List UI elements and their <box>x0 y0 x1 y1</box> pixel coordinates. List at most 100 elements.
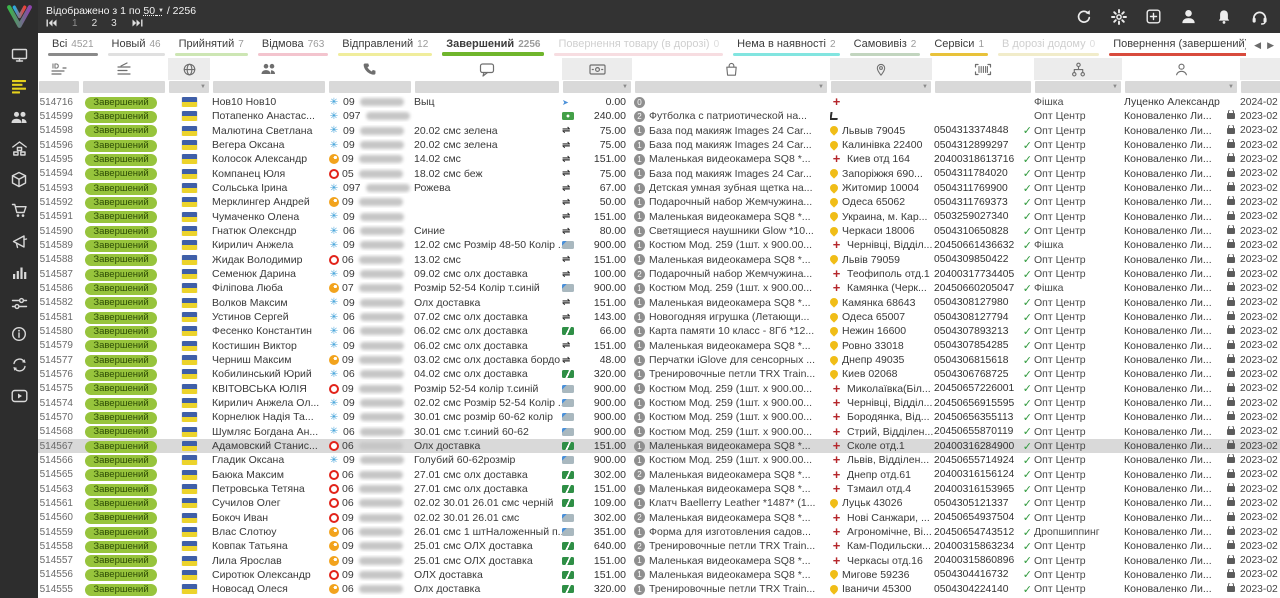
order-row[interactable]: 514566ЗавершенийГладик Оксана09Голубий 6… <box>38 453 1280 467</box>
order-row[interactable]: 514561ЗавершенийСучилов Олег0602.02 30.0… <box>38 496 1280 510</box>
tab-завершений[interactable]: Завершений2256 <box>437 33 549 58</box>
order-row[interactable]: 514577ЗавершенийЧерниш Максим0903.02 смс… <box>38 353 1280 367</box>
tabs-scroll-left-icon[interactable]: ◀ <box>1254 40 1261 51</box>
order-row[interactable]: 514716ЗавершенийНов10 Нов1009Выц0.000Фіш… <box>38 95 1280 109</box>
order-row[interactable]: 514593ЗавершенийСольська Ірина097Рожева6… <box>38 181 1280 195</box>
order-row[interactable]: 514589ЗавершенийКирилич Анжела0912.02 см… <box>38 238 1280 252</box>
column-client-icon[interactable] <box>212 58 328 80</box>
tab-всі[interactable]: Всі4521 <box>43 33 103 58</box>
sidebar-item-video-tutorials[interactable] <box>0 383 38 414</box>
sidebar-item-purchases[interactable] <box>0 197 38 228</box>
profile-icon[interactable] <box>1180 8 1197 25</box>
order-row[interactable]: 514595ЗавершенийКолосок Александр0914.02… <box>38 152 1280 166</box>
settings-gear-icon[interactable] <box>1111 9 1127 25</box>
order-row[interactable]: 514592ЗавершенийМерклингер Андрей0950.00… <box>38 195 1280 209</box>
tab-відмова[interactable]: Відмова763 <box>253 33 333 58</box>
order-row[interactable]: 514587ЗавершенийСеменюк Дарина0909.02 см… <box>38 267 1280 281</box>
column-filter-input[interactable]: ▼ <box>169 81 209 93</box>
column-phone-icon[interactable] <box>328 58 414 80</box>
tab-сервіси[interactable]: Сервіси1 <box>925 33 993 58</box>
sidebar-item-statistics[interactable] <box>0 259 38 290</box>
order-row[interactable]: 514598ЗавершенийМалютина Светлана0920.02… <box>38 124 1280 138</box>
order-row[interactable]: 514599ЗавершенийПотапенко Анастас...0972… <box>38 109 1280 123</box>
column-filter-input[interactable]: ▼ <box>831 81 931 93</box>
sidebar-item-partners[interactable] <box>0 352 38 383</box>
order-row[interactable]: 514594ЗавершенийКомпанец Юля0518.02 смс … <box>38 167 1280 181</box>
order-row[interactable]: 514591ЗавершенийЧумаченко Олена09151.001… <box>38 210 1280 224</box>
sidebar-item-desktop[interactable] <box>0 42 38 73</box>
column-delivery-icon[interactable] <box>830 58 934 80</box>
column-ttn-barcode-icon[interactable] <box>934 58 1034 80</box>
order-row[interactable]: 514556ЗавершенийСиротюк Олександр09ОЛХ д… <box>38 568 1280 582</box>
column-filter-input[interactable]: ▼ <box>1125 81 1237 93</box>
order-row[interactable]: 514567ЗавершенийАдамовский Станис...06Ол… <box>38 439 1280 453</box>
order-row[interactable]: 514555ЗавершенийНовосад Олеся06Олх доста… <box>38 582 1280 596</box>
order-row[interactable]: 514557ЗавершенийЛила Ярослав0925.01 смс … <box>38 554 1280 568</box>
tabs-scroll-right-icon[interactable]: ▶ <box>1267 40 1274 51</box>
app-logo[interactable] <box>6 0 33 42</box>
column-manager-icon[interactable] <box>1124 58 1240 80</box>
column-date[interactable] <box>1240 58 1280 80</box>
column-source-icon[interactable] <box>1034 58 1124 80</box>
sidebar-item-customers[interactable] <box>0 104 38 135</box>
order-row[interactable]: 514560ЗавершенийБокоч Иван0902.02 30.01 … <box>38 511 1280 525</box>
order-row[interactable]: 514570ЗавершенийКорнелюк Надія Та...0930… <box>38 410 1280 424</box>
tab-самовивіз[interactable]: Самовивіз2 <box>845 33 926 58</box>
order-row[interactable]: 514596ЗавершенийВегера Оксана0920.02 смс… <box>38 138 1280 152</box>
column-filter-input[interactable] <box>83 81 165 93</box>
add-document-icon[interactable] <box>1146 9 1161 24</box>
support-headset-icon[interactable] <box>1251 9 1268 25</box>
order-row[interactable]: 514565ЗавершенийБаюка Максим0627.01 смс … <box>38 468 1280 482</box>
order-row[interactable]: 514586ЗавершенийФіліпова Люба07Розмір 52… <box>38 281 1280 295</box>
column-filter-input[interactable]: ▼ <box>635 81 827 93</box>
sidebar-item-info[interactable] <box>0 321 38 352</box>
notifications-bell-icon[interactable] <box>1216 9 1232 25</box>
last-page-icon[interactable] <box>132 19 143 27</box>
phone-cell: 097 <box>328 182 414 194</box>
column-filter-input[interactable] <box>213 81 325 93</box>
column-status-icon[interactable] <box>82 58 168 80</box>
column-filter-input[interactable] <box>329 81 411 93</box>
sidebar-item-orders-list[interactable] <box>0 73 38 104</box>
sidebar-item-warehouse[interactable] <box>0 135 38 166</box>
sidebar-item-settings-sliders[interactable] <box>0 290 38 321</box>
column-filter-input[interactable] <box>935 81 1031 93</box>
order-row[interactable]: 514575ЗавершенийКВІТОВСЬКА ЮЛІЯ09Розмір … <box>38 382 1280 396</box>
order-row[interactable]: 514588ЗавершенийЖидак Володимир0613.02 с… <box>38 253 1280 267</box>
tab-повернення-товару-в-дорозі-[interactable]: Повернення товару (в дорозі)0 <box>549 33 728 58</box>
sidebar-item-products[interactable] <box>0 166 38 197</box>
order-row[interactable]: 514590ЗавершенийГнатюк Олексндр06Синие80… <box>38 224 1280 238</box>
order-row[interactable]: 514563ЗавершенийПетровська Тетяна0627.01… <box>38 482 1280 496</box>
first-page-icon[interactable] <box>46 19 57 27</box>
page-number-3[interactable]: 3 <box>111 18 117 29</box>
order-row[interactable]: 514559ЗавершенийВлас Слотюу0626.01 смс 1… <box>38 525 1280 539</box>
tab-відправлений[interactable]: Відправлений12 <box>333 33 437 58</box>
column-comment-icon[interactable] <box>414 58 562 80</box>
column-filter-input[interactable]: ▼ <box>563 81 631 93</box>
tab-прийнятий[interactable]: Прийнятий7 <box>170 33 253 58</box>
page-number-2[interactable]: 2 <box>92 18 98 29</box>
tab-новый[interactable]: Новый46 <box>103 33 170 58</box>
column-products-icon[interactable] <box>634 58 830 80</box>
column-filter-input[interactable] <box>415 81 559 93</box>
sidebar-item-campaigns[interactable] <box>0 228 38 259</box>
page-size-dropdown[interactable]: 50 ▼ <box>143 5 164 17</box>
column-filter-input[interactable]: ▼ <box>1035 81 1121 93</box>
order-row[interactable]: 514581ЗавершенийУстинов Сергей0607.02 см… <box>38 310 1280 324</box>
order-row[interactable]: 514568ЗавершенийШумляс Богдана Ан...0630… <box>38 425 1280 439</box>
column-country-icon[interactable] <box>168 58 212 80</box>
tab-нема-в-наявності[interactable]: Нема в наявності2 <box>728 33 844 58</box>
tab-в-дорозі-додому[interactable]: В дорозі додому0 <box>993 33 1104 58</box>
column-payment-icon[interactable] <box>562 58 634 80</box>
order-row[interactable]: 514580ЗавершенийФесенко Константин0606.0… <box>38 324 1280 338</box>
column-filter-input[interactable] <box>1241 81 1280 93</box>
page-number-1[interactable]: 1 <box>72 18 78 29</box>
order-row[interactable]: 514574ЗавершенийКирилич Анжела Ол...0902… <box>38 396 1280 410</box>
refresh-icon[interactable] <box>1076 9 1092 25</box>
order-row[interactable]: 514579ЗавершенийКостишин Виктор0906.02 с… <box>38 339 1280 353</box>
column-id-icon[interactable]: ID <box>38 58 82 80</box>
order-row[interactable]: 514576ЗавершенийКобилинський Юрий0604.02… <box>38 367 1280 381</box>
order-row[interactable]: 514558ЗавершенийКовпак Татьяна0925.01 см… <box>38 539 1280 553</box>
order-row[interactable]: 514582ЗавершенийВолков Максим09Олх доста… <box>38 296 1280 310</box>
column-filter-input[interactable] <box>39 81 79 93</box>
